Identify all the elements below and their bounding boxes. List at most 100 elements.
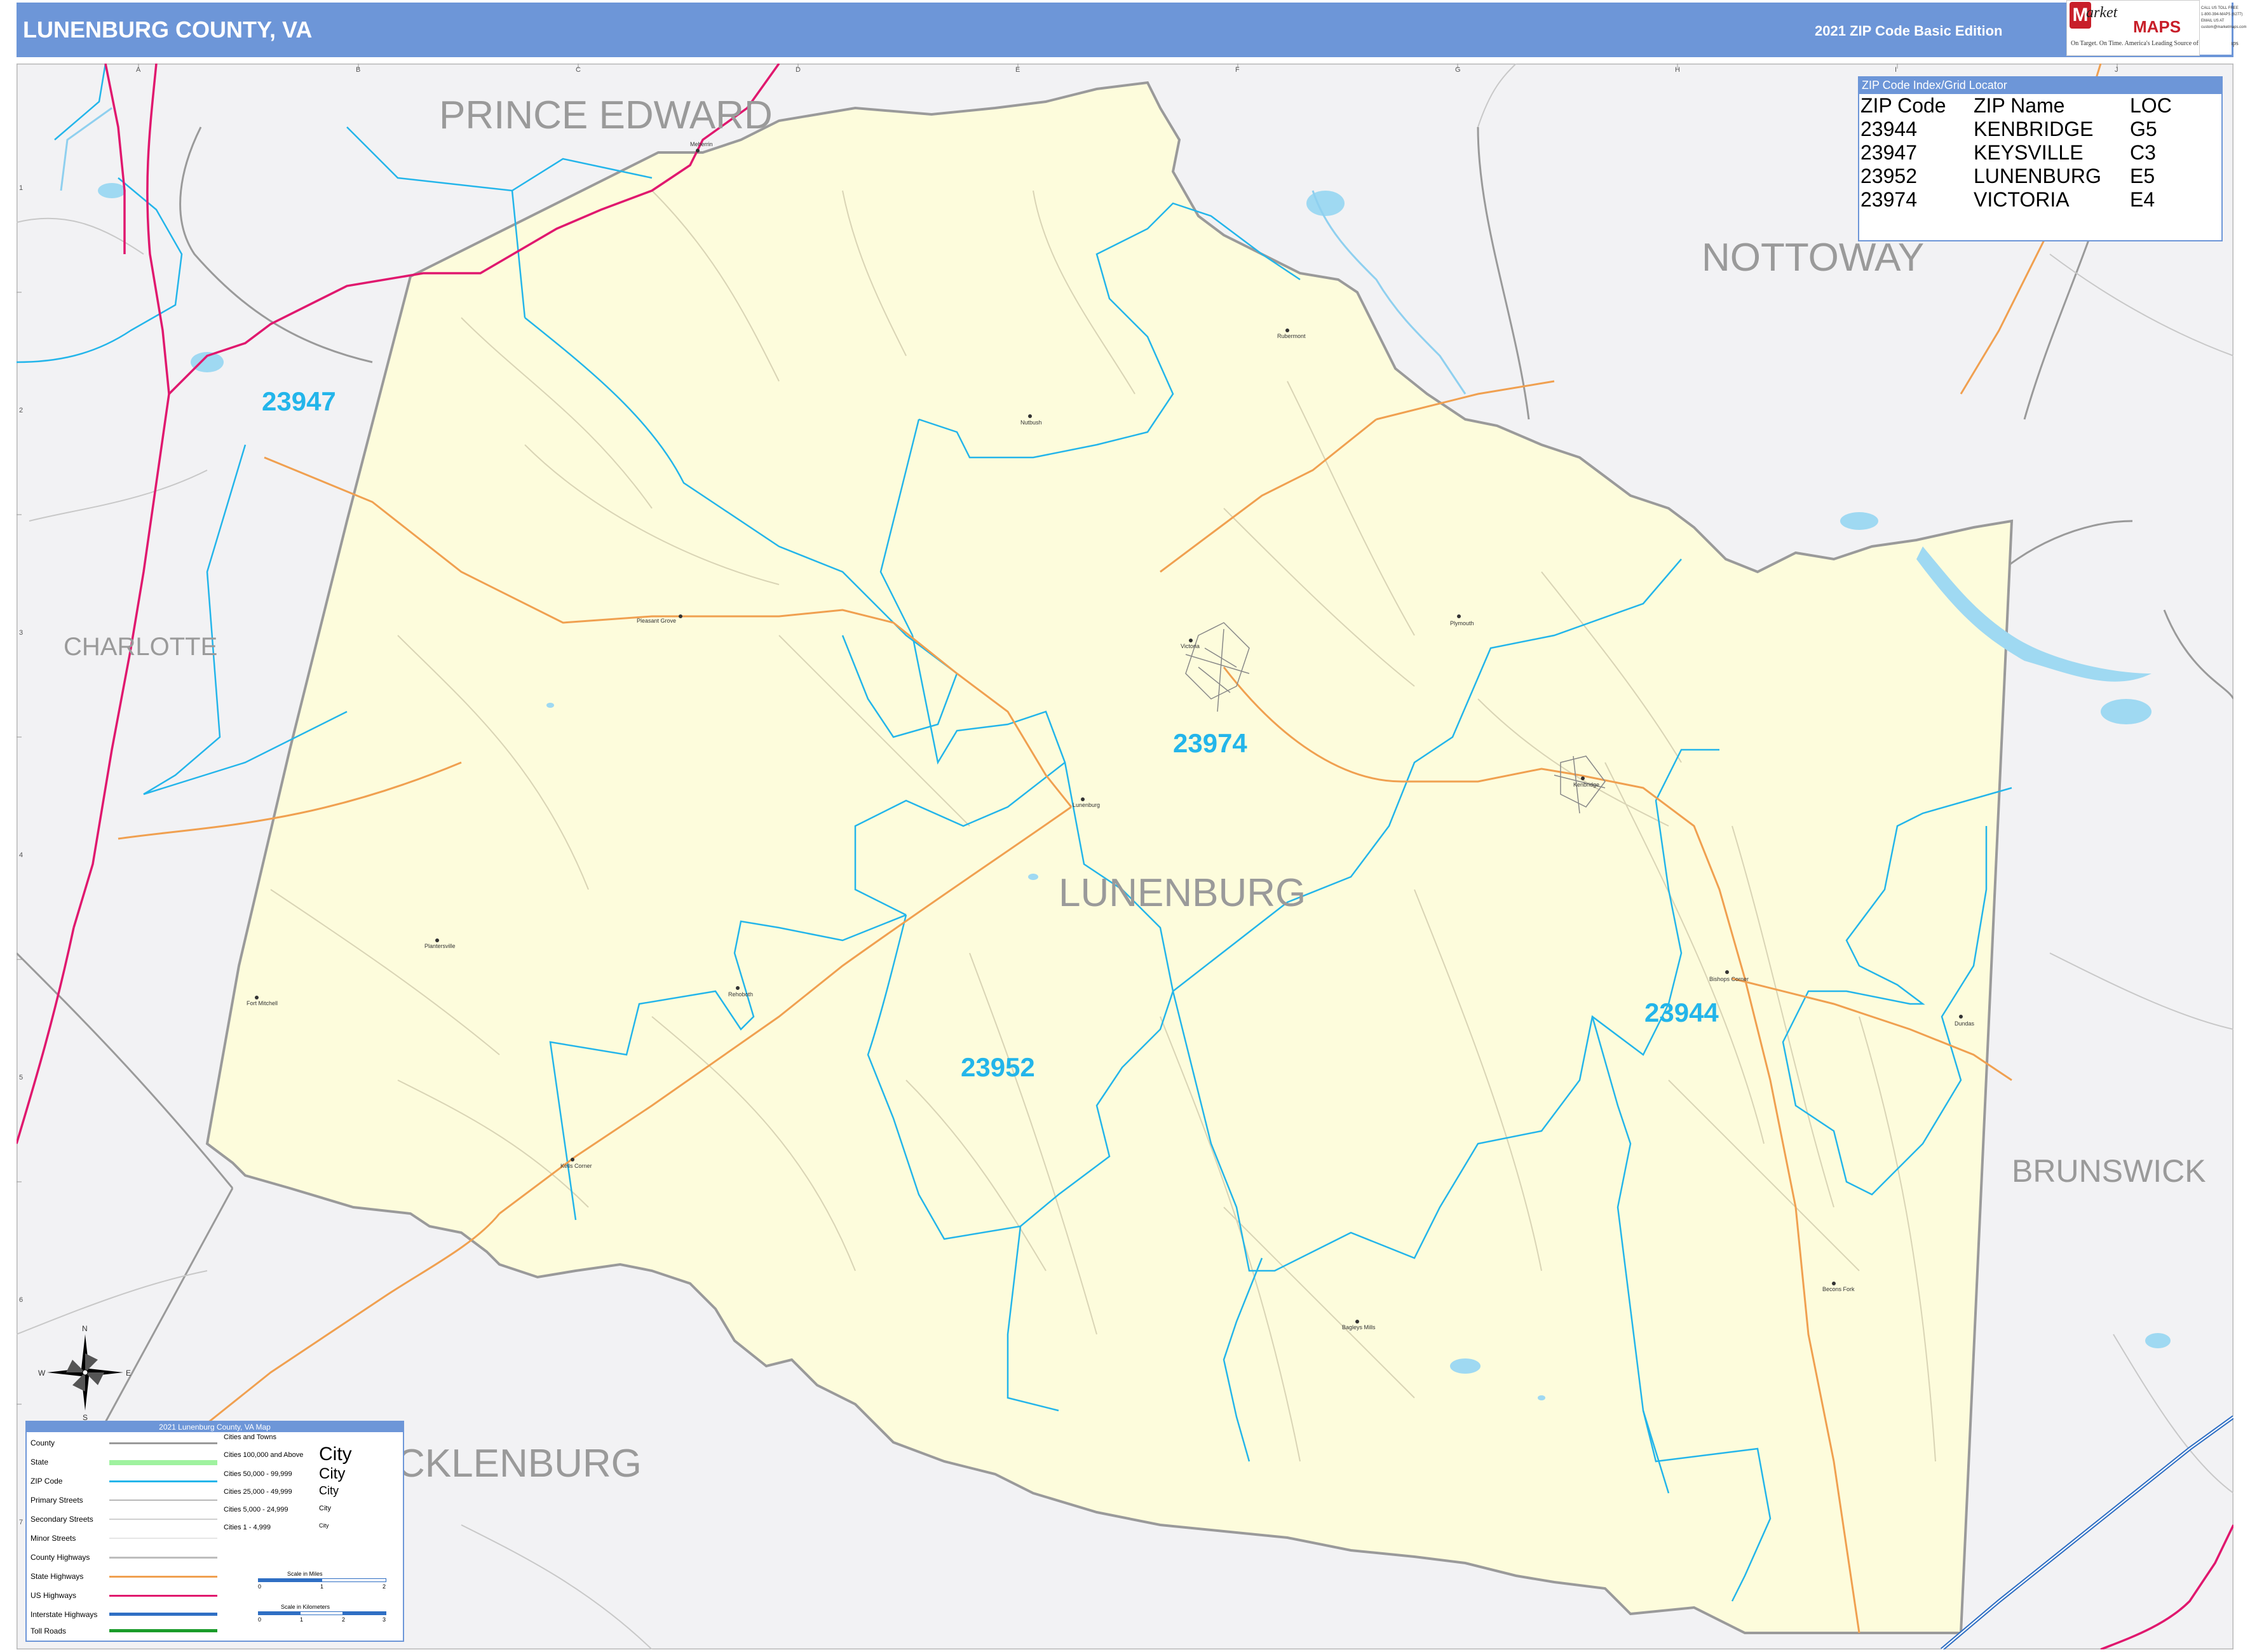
grid-row-label: 3 xyxy=(19,629,24,637)
grid-col-label: D xyxy=(796,66,801,74)
zip-index-title: ZIP Code Index/Grid Locator xyxy=(1859,78,2221,94)
grid-row-label: 6 xyxy=(19,1296,24,1304)
scale-tick: 1 xyxy=(320,1583,324,1590)
scale-bar-miles xyxy=(258,1578,386,1582)
legend-city-sample: City xyxy=(319,1444,352,1465)
zip-name-cell: KEYSVILLE xyxy=(1974,141,2084,164)
scale-tick: 2 xyxy=(342,1616,346,1623)
grid-col-label: H xyxy=(1675,66,1680,74)
map-canvas xyxy=(17,64,2233,1649)
zip-loc-cell: G5 xyxy=(2130,118,2157,140)
grid-col-label: E xyxy=(1015,66,1020,74)
grid-col-label: J xyxy=(2115,66,2118,74)
legend-city-row: Cities 50,000 - 99,999 xyxy=(224,1470,292,1478)
place-label: Pleasant Grove xyxy=(637,618,677,624)
grid-col-label: F xyxy=(1235,66,1240,74)
legend-city-sample: City xyxy=(319,1484,339,1497)
legend-county-line xyxy=(109,1442,217,1444)
zip-name-cell: KENBRIDGE xyxy=(1974,118,2094,140)
place-label: Rehoboth xyxy=(728,991,754,998)
legend-item-label: State xyxy=(30,1458,49,1466)
place-label: Rubermont xyxy=(1277,333,1306,339)
legend-county-highway-line xyxy=(109,1557,217,1559)
zip-index-row: 23947 KEYSVILLE C3 xyxy=(1860,141,2172,165)
map-area[interactable]: A B C D E F G H I J 1 2 3 4 5 6 7 PRINCE… xyxy=(17,64,2233,1649)
legend-item-label: Secondary Streets xyxy=(30,1515,93,1524)
header-bar: LUNENBURG COUNTY, VA 2021 ZIP Code Basic… xyxy=(17,3,2233,57)
grid-col-label: B xyxy=(356,66,361,74)
scale-bar-km xyxy=(258,1611,386,1615)
zip-code-cell: 23952 xyxy=(1860,165,1917,187)
county-label-prince-edward: PRINCE EDWARD xyxy=(439,93,773,137)
legend-state-highway-line xyxy=(109,1576,217,1578)
contact-line: EMAIL US AT xyxy=(2201,19,2225,23)
legend-toll-road-line xyxy=(109,1629,217,1632)
zip-index-row: 23952 LUNENBURG E5 xyxy=(1860,165,2172,188)
place-label: Becons Fork xyxy=(1822,1286,1855,1292)
edition-label: 2021 ZIP Code Basic Edition xyxy=(1815,23,2003,39)
zip-label-23974: 23974 xyxy=(1173,728,1247,758)
zip-loc-cell: E4 xyxy=(2130,188,2155,211)
contact-line: CALL US TOLL FREE xyxy=(2201,6,2239,10)
logo-word-maps: MAPS xyxy=(2133,17,2181,36)
legend-state-line xyxy=(109,1460,217,1465)
county-label-brunswick: BRUNSWICK xyxy=(2012,1153,2206,1189)
zip-index-header-row: ZIP Code ZIP Name LOC xyxy=(1860,94,2172,118)
scale-tick: 2 xyxy=(383,1583,386,1590)
grid-col-label: I xyxy=(1895,66,1897,74)
county-label-lunenburg: LUNENBURG xyxy=(1059,871,1306,915)
place-label: Kells Corner xyxy=(560,1163,592,1169)
grid-col-label: C xyxy=(576,66,581,74)
zip-index-row: 23974 VICTORIA E4 xyxy=(1860,188,2172,212)
legend-city-sample: City xyxy=(319,1505,331,1512)
place-label: Plantersville xyxy=(424,943,456,949)
zip-code-cell: 23944 xyxy=(1860,118,1917,140)
legend-minor-street-line xyxy=(109,1538,217,1539)
place-label: Plymouth xyxy=(1450,620,1474,626)
grid-row-label: 4 xyxy=(19,851,24,859)
legend-item-label: County Highways xyxy=(30,1553,90,1562)
legend-us-highway-line xyxy=(109,1595,217,1597)
place-label: Victoria xyxy=(1181,643,1200,649)
legend-item-label: Toll Roads xyxy=(30,1627,67,1635)
grid-row-label: 1 xyxy=(19,184,24,192)
place-label: Dundas xyxy=(1955,1020,1975,1027)
contact-line: custom@marketmaps.com xyxy=(2201,25,2247,29)
legend-city-row: Cities 1 - 4,999 xyxy=(224,1524,271,1531)
legend-cities-title: Cities and Towns xyxy=(224,1433,276,1441)
market-maps-logo: M arket MAPS On Target. On Time. America… xyxy=(2066,0,2239,56)
legend-item-label: Interstate Highways xyxy=(30,1610,98,1619)
scale-miles-caption: Scale in Miles xyxy=(287,1571,323,1577)
grid-row-label: 5 xyxy=(19,1074,24,1081)
grid-row-label: 7 xyxy=(19,1519,24,1526)
zip-loc-cell: C3 xyxy=(2130,141,2156,164)
zip-loc-cell: E5 xyxy=(2130,165,2155,187)
legend-zip-line xyxy=(109,1480,217,1482)
place-label: Nutbush xyxy=(1020,419,1042,426)
county-label-charlotte: CHARLOTTE xyxy=(64,633,218,661)
compass-e: E xyxy=(126,1369,132,1378)
map-legend: 2021 Lunenburg County, VA Map County Sta… xyxy=(25,1421,404,1642)
legend-city-row: Cities 25,000 - 49,999 xyxy=(224,1488,292,1496)
zip-index-table: ZIP Code Index/Grid Locator ZIP Code ZIP… xyxy=(1858,76,2223,241)
zip-index-grid: ZIP Code ZIP Name LOC 23944 KENBRIDGE G5… xyxy=(1860,94,2172,212)
zip-name-cell: LUNENBURG xyxy=(1974,165,2101,187)
legend-city-sample: City xyxy=(319,1465,346,1482)
legend-item-label: US Highways xyxy=(30,1591,77,1600)
legend-secondary-street-line xyxy=(109,1519,217,1520)
legend-item-label: Primary Streets xyxy=(30,1496,83,1505)
legend-city-sample: City xyxy=(319,1522,329,1529)
legend-city-row: Cities 5,000 - 24,999 xyxy=(224,1506,288,1513)
zip-label-23944: 23944 xyxy=(1644,998,1719,1027)
scale-tick: 0 xyxy=(258,1583,262,1590)
zip-index-header: ZIP Code xyxy=(1860,94,1946,117)
place-label: Kenbridge xyxy=(1573,782,1600,788)
scale-km-caption: Scale in Kilometers xyxy=(281,1604,330,1610)
scale-tick: 3 xyxy=(383,1616,386,1623)
grid-row-label: 2 xyxy=(19,407,24,414)
logo-word-market: arket xyxy=(2086,4,2118,21)
legend-primary-street-line xyxy=(109,1500,217,1501)
county-label-nottoway: NOTTOWAY xyxy=(1702,236,1925,280)
contact-line: 1-800-394-MAPS (6277) xyxy=(2201,13,2243,17)
scale-tick: 0 xyxy=(258,1616,262,1623)
